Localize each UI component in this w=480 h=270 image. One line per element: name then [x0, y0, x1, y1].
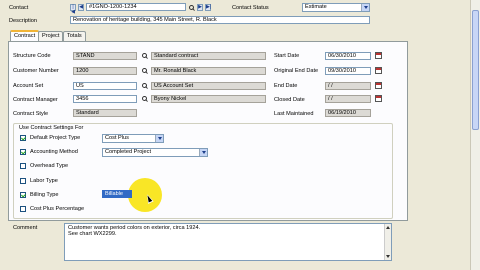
first-record-icon[interactable]: |◀ — [70, 4, 76, 15]
labor-type-label: Labor Type — [30, 178, 58, 184]
overhead-type-label: Overhead Type — [30, 163, 69, 169]
customer-number-label: Customer Number — [13, 68, 59, 74]
original-end-date-field[interactable]: 09/30/2010 — [325, 67, 371, 75]
comment-line: See chart WX2299. — [68, 231, 117, 237]
end-date-field: / / — [325, 82, 371, 90]
default-project-type-label: Default Project Type — [30, 135, 81, 141]
next-record-icon[interactable]: ▶ — [197, 4, 203, 11]
tab-contract[interactable]: Contract — [10, 30, 40, 41]
overhead-type-checkbox[interactable] — [20, 163, 26, 169]
end-date-label: End Date — [274, 83, 298, 89]
contact-status-select[interactable]: Estimate — [302, 3, 370, 12]
default-project-type-checkbox[interactable] — [20, 135, 26, 141]
customer-number-finder-icon[interactable] — [142, 68, 148, 74]
labor-type-checkbox[interactable] — [20, 178, 26, 184]
account-set-finder-icon[interactable] — [142, 83, 148, 89]
contact-field[interactable]: #1GNO-1200-1234 — [86, 3, 186, 11]
customer-number-field[interactable]: 1200 — [73, 67, 137, 75]
structure-code-description: Standard contract — [151, 52, 266, 60]
window-scrollbar[interactable] — [470, 0, 480, 270]
accounting-method-label: Accounting Method — [30, 149, 78, 155]
start-date-label: Start Date — [274, 53, 300, 59]
last-maintained-field: 06/19/2010 — [325, 109, 371, 117]
accounting-method-select[interactable]: Completed Project — [102, 148, 208, 157]
structure-code-field[interactable]: STAND — [73, 52, 137, 60]
customer-name-field: Mr. Ronald Black — [151, 67, 266, 75]
comment-textarea[interactable]: Customer wants period colors on exterior… — [64, 223, 392, 261]
description-field[interactable]: Renovation of heritage building, 345 Mai… — [70, 16, 370, 24]
scrollbar-thumb[interactable] — [472, 10, 479, 130]
billing-type-field[interactable]: Billable — [102, 190, 132, 198]
closed-date-field: / / — [325, 95, 371, 103]
contact-status-label: Contact Status — [232, 5, 269, 11]
calendar-icon[interactable] — [375, 67, 382, 74]
last-record-icon[interactable]: ▶| — [205, 4, 211, 11]
structure-code-label: Structure Code — [13, 53, 51, 59]
cost-plus-percentage-label: Cost Plus Percentage — [30, 206, 85, 212]
previous-record-icon[interactable]: ◀ — [78, 4, 84, 11]
original-end-date-label: Original End Date — [274, 68, 319, 74]
chevron-down-icon[interactable] — [155, 135, 163, 142]
billing-type-checkbox[interactable] — [20, 192, 26, 198]
default-project-type-value: Cost Plus — [105, 135, 129, 141]
contract-settings-group-label: Use Contract Settings For — [18, 124, 85, 132]
calendar-icon[interactable] — [375, 82, 382, 89]
contract-manager-finder-icon[interactable] — [142, 96, 148, 102]
account-set-label: Account Set — [13, 83, 44, 89]
structure-code-finder-icon[interactable] — [142, 53, 148, 59]
account-set-field[interactable]: US — [73, 82, 137, 90]
default-project-type-select[interactable]: Cost Plus — [102, 134, 164, 143]
contract-manager-label: Contract Manager — [13, 97, 58, 103]
comment-label: Comment — [13, 225, 38, 231]
account-set-description: US Account Set — [151, 82, 266, 90]
contact-finder-icon[interactable] — [189, 5, 195, 11]
contract-style-field: Standard — [73, 109, 137, 117]
tab-totals[interactable]: Totals — [63, 31, 86, 41]
contract-manager-field[interactable]: 3456 — [73, 95, 137, 103]
comment-scrollbar[interactable] — [384, 224, 391, 260]
accounting-method-value: Completed Project — [105, 149, 152, 155]
contract-manager-name: Byony Nickel — [151, 95, 266, 103]
contact-label: Contact — [9, 5, 29, 11]
cost-plus-percentage-checkbox[interactable] — [20, 206, 26, 212]
chevron-down-icon[interactable] — [361, 4, 369, 11]
closed-date-label: Closed Date — [274, 97, 305, 103]
chevron-down-icon[interactable] — [199, 149, 207, 156]
calendar-icon[interactable] — [375, 95, 382, 102]
accounting-method-checkbox[interactable] — [20, 149, 26, 155]
start-date-field[interactable]: 06/30/2010 — [325, 52, 371, 60]
description-label: Description — [9, 18, 37, 24]
tab-project[interactable]: Project — [38, 31, 64, 41]
contract-style-label: Contract Style — [13, 111, 49, 117]
calendar-icon[interactable] — [375, 52, 382, 59]
billing-type-label: Billing Type — [30, 192, 59, 198]
contact-status-value: Estimate — [305, 4, 327, 10]
last-maintained-label: Last Maintained — [274, 111, 314, 117]
